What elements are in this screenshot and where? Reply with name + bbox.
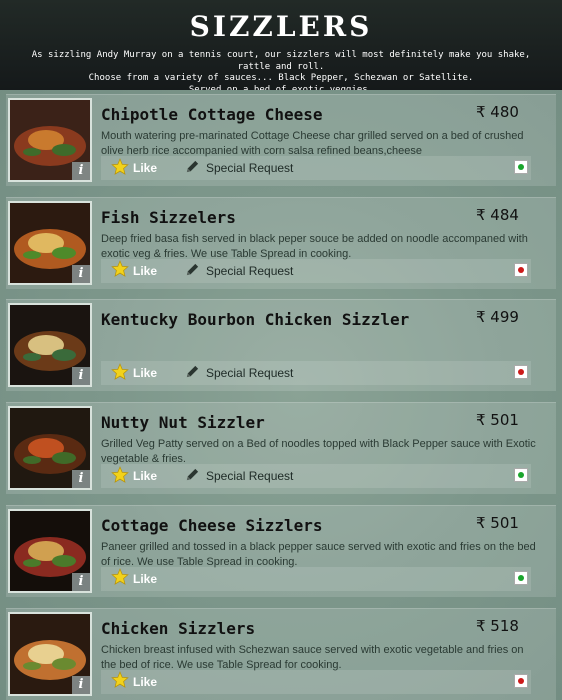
item-price: ₹ 484 [476, 205, 519, 224]
pencil-icon [185, 159, 206, 177]
item-price: ₹ 480 [476, 103, 519, 121]
item-description: Chicken breast infused with Schezwan sau… [101, 643, 524, 671]
item-price: ₹ 499 [476, 308, 519, 327]
item-actions: Like Special Request [101, 156, 531, 180]
menu-item-list: i Chipotle Cottage Cheese ₹ 480 Mouth water… [0, 90, 562, 700]
special-request-label: Special Request [206, 366, 294, 381]
like-button[interactable]: Like [111, 363, 157, 383]
special-request-button[interactable]: Special Request [185, 158, 293, 178]
info-icon[interactable]: i [72, 572, 90, 591]
like-label: Like [133, 263, 158, 278]
special-request-label: Special Request [206, 263, 294, 278]
star-icon [111, 671, 133, 692]
dish-thumbnail[interactable]: i [8, 406, 92, 491]
item-actions: Like [101, 566, 531, 591]
info-icon[interactable]: i [72, 470, 90, 489]
page-header: SIZZLERS As sizzling Andy Murray on a te… [0, 0, 562, 95]
menu-item[interactable]: i Fish Sizzelers ₹ 484 Deep fried basa fish… [6, 196, 556, 289]
veg-indicator-icon [514, 468, 528, 483]
item-name: Chicken Sizzlers [101, 618, 256, 638]
item-actions: Like Special Request [101, 258, 531, 283]
item-actions: Like Special Request [101, 361, 531, 386]
star-icon [111, 157, 133, 179]
pencil-icon [185, 467, 206, 485]
menu-item[interactable]: i Cottage Cheese Sizzlers ₹ 501 Paneer gril… [6, 504, 556, 597]
menu-item[interactable]: i Chipotle Cottage Cheese ₹ 480 Mouth water… [6, 94, 556, 186]
star-icon [111, 363, 133, 384]
item-description: Mouth watering pre-marinated Cottage Che… [101, 130, 524, 157]
like-label: Like [133, 469, 158, 484]
info-icon[interactable]: i [72, 367, 90, 386]
item-description: Deep fried basa fish served in black pep… [101, 232, 528, 260]
item-price: ₹ 518 [476, 616, 519, 635]
item-actions: Like [101, 669, 531, 694]
special-request-label: Special Request [206, 161, 294, 175]
dish-thumbnail[interactable]: i [8, 611, 92, 696]
like-button[interactable]: Like [111, 260, 158, 281]
info-icon[interactable]: i [72, 675, 90, 694]
star-icon [111, 465, 133, 487]
menu-item[interactable]: i Nutty Nut Sizzler ₹ 501 Grilled Veg Patty… [6, 402, 556, 495]
like-button[interactable]: Like [111, 568, 158, 589]
like-button[interactable]: Like [111, 465, 158, 487]
veg-indicator-icon [514, 160, 528, 174]
star-icon [111, 568, 133, 589]
dish-thumbnail[interactable]: i [8, 508, 92, 593]
special-request-button[interactable]: Special Request [185, 466, 293, 486]
dish-thumbnail[interactable]: i [8, 98, 92, 182]
menu-item[interactable]: i Chicken Sizzlers ₹ 518 Chicken breast inf… [6, 607, 556, 700]
item-description: Grilled Veg Patty served on a Bed of noo… [101, 438, 536, 466]
like-label: Like [133, 674, 158, 689]
pencil-icon [185, 364, 206, 382]
item-price: ₹ 501 [476, 513, 519, 532]
veg-indicator-icon [514, 570, 528, 585]
item-actions: Like Special Request [101, 464, 531, 489]
special-request-button[interactable]: Special Request [185, 261, 293, 281]
like-label: Like [133, 571, 158, 586]
like-label: Like [133, 161, 158, 175]
like-button[interactable]: Like [111, 157, 158, 179]
menu-item[interactable]: i Kentucky Bourbon Chicken Sizzler ₹ 499 Li… [6, 299, 556, 392]
non-veg-indicator-icon [514, 673, 528, 688]
special-request-label: Special Request [206, 469, 294, 484]
non-veg-indicator-icon [514, 365, 528, 380]
item-name: Fish Sizzelers [101, 207, 236, 227]
info-icon[interactable]: i [72, 162, 90, 180]
info-icon[interactable]: i [72, 264, 90, 283]
pencil-icon [185, 262, 206, 280]
item-name: Kentucky Bourbon Chicken Sizzler [101, 310, 410, 330]
dish-thumbnail[interactable]: i [8, 200, 92, 285]
non-veg-indicator-icon [514, 262, 528, 277]
special-request-button[interactable]: Special Request [185, 363, 293, 383]
like-button[interactable]: Like [111, 671, 158, 692]
star-icon [111, 260, 133, 281]
like-label: Like [133, 366, 158, 381]
item-description: Paneer grilled and tossed in a black pep… [101, 540, 536, 568]
dish-thumbnail[interactable]: i [8, 303, 92, 388]
item-name: Nutty Nut Sizzler [101, 413, 265, 433]
item-name: Cottage Cheese Sizzlers [101, 515, 323, 535]
page-title: SIZZLERS [189, 10, 373, 43]
item-name: Chipotle Cottage Cheese [101, 105, 323, 124]
item-price: ₹ 501 [476, 411, 519, 430]
